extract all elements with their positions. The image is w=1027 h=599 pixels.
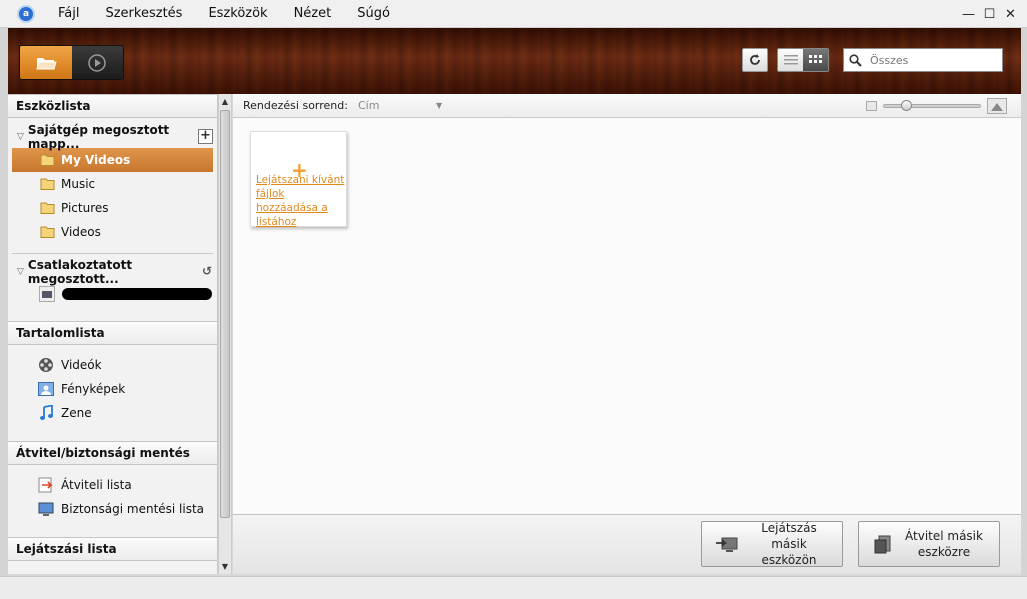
play-on-other-device-button[interactable]: Lejátszás másik eszközön bbox=[701, 521, 843, 567]
transfer-list-icon bbox=[37, 477, 55, 493]
my-pc-shared-group[interactable]: ▽ Sajátgép megosztott mapp... + bbox=[8, 123, 217, 151]
close-button[interactable]: ✕ bbox=[1000, 4, 1021, 24]
sidebar: Eszközlista ▽ Sajátgép megosztott mapp..… bbox=[8, 94, 218, 574]
folder-icon bbox=[40, 154, 55, 166]
folder-icon bbox=[40, 202, 55, 214]
play-mode-button[interactable] bbox=[71, 46, 123, 79]
add-files-card[interactable]: + Lejátszani kívánt fájlok hozzáadása a … bbox=[250, 131, 347, 229]
grid-view-button[interactable] bbox=[803, 49, 828, 71]
menu-help[interactable]: Súgó bbox=[346, 6, 401, 21]
list-view-icon bbox=[783, 55, 798, 65]
menu-view[interactable]: Nézet bbox=[283, 6, 343, 21]
menu-bar: a Fájl Szerkesztés Eszközök Nézet Súgó —… bbox=[0, 0, 1027, 28]
play-circle-icon bbox=[88, 53, 106, 72]
content-item-label: Fényképek bbox=[61, 382, 126, 396]
small-thumbnail-icon[interactable] bbox=[866, 101, 877, 111]
connected-shared-group[interactable]: ▽ Csatlakoztatott megosztott... ↺ bbox=[8, 258, 217, 286]
divider bbox=[12, 253, 213, 254]
photo-icon bbox=[37, 381, 55, 397]
sidebar-folder-pictures[interactable]: Pictures bbox=[8, 196, 217, 220]
backup-list-icon bbox=[37, 501, 55, 517]
sidebar-folder-videos[interactable]: Videos bbox=[8, 220, 217, 244]
maximize-button[interactable]: ☐ bbox=[979, 4, 1000, 24]
list-view-button[interactable] bbox=[778, 49, 803, 71]
folder-label: Music bbox=[61, 177, 96, 191]
play-to-device-icon bbox=[716, 537, 738, 552]
slider-handle[interactable] bbox=[901, 100, 913, 111]
refresh-button[interactable] bbox=[742, 48, 768, 72]
thumbnail-size-slider[interactable] bbox=[883, 100, 981, 111]
add-folder-button[interactable]: + bbox=[198, 129, 213, 144]
content-item-photos[interactable]: Fényképek bbox=[8, 377, 217, 401]
folder-icon bbox=[40, 226, 55, 238]
folder-label: Videos bbox=[61, 225, 101, 239]
connected-device-item[interactable] bbox=[8, 283, 217, 305]
sidebar-scrollbar[interactable]: ▲ ▼ bbox=[218, 94, 232, 574]
menu-tools[interactable]: Eszközök bbox=[197, 6, 278, 21]
content-item-label: Biztonsági mentési lista bbox=[61, 502, 205, 516]
my-pc-shared-label: Sajátgép megosztott mapp... bbox=[27, 123, 170, 151]
collapse-triangle-icon[interactable]: ▽ bbox=[17, 132, 24, 142]
menu-edit[interactable]: Szerkesztés bbox=[94, 6, 193, 21]
refresh-icon bbox=[750, 54, 760, 65]
large-thumbnail-icon[interactable] bbox=[987, 98, 1007, 114]
window-controls: — ☐ ✕ bbox=[958, 4, 1021, 24]
menu-file[interactable]: Fájl bbox=[47, 6, 90, 21]
search-box bbox=[843, 48, 1003, 72]
transfer-to-other-device-button[interactable]: Átvitel másik eszközre bbox=[858, 521, 1000, 567]
content-item-music[interactable]: Zene bbox=[8, 401, 217, 425]
transfer-to-other-device-label: Átvitel másik eszközre bbox=[905, 529, 983, 559]
toolbar-header bbox=[8, 28, 1021, 94]
content-area: Rendezési sorrend: Cím ▼ + Lejátszani kí… bbox=[233, 94, 1021, 574]
film-reel-icon bbox=[37, 357, 55, 373]
collapse-triangle-icon[interactable]: ▽ bbox=[17, 267, 24, 277]
scroll-thumb[interactable] bbox=[220, 110, 230, 518]
content-item-label: Zene bbox=[61, 406, 92, 420]
search-icon bbox=[849, 53, 862, 67]
sort-order-select[interactable]: Cím bbox=[358, 99, 436, 112]
play-on-other-device-label: Lejátszás másik eszközön bbox=[761, 521, 817, 567]
grid-view-icon bbox=[808, 55, 822, 63]
thumbnail-size-control bbox=[866, 98, 1007, 114]
window-frame-right bbox=[1021, 28, 1027, 576]
folder-open-icon bbox=[36, 57, 57, 69]
transfer-files-icon bbox=[874, 535, 891, 554]
window-frame-left bbox=[0, 28, 8, 576]
search-input[interactable] bbox=[870, 53, 990, 67]
folder-label: My Videos bbox=[61, 153, 131, 167]
minimize-button[interactable]: — bbox=[958, 4, 979, 24]
content-list-header[interactable]: Tartalomlista bbox=[8, 321, 217, 345]
sidebar-folder-music[interactable]: Music bbox=[8, 172, 217, 196]
content-item-label: Átviteli lista bbox=[61, 478, 132, 492]
content-item-transfer-list[interactable]: Átviteli lista bbox=[8, 473, 217, 497]
content-item-videos[interactable]: Videók bbox=[8, 353, 217, 377]
content-item-label: Videók bbox=[61, 358, 102, 372]
transfer-backup-header[interactable]: Átvitel/biztonsági mentés bbox=[8, 441, 217, 465]
sidebar-folder-my-videos[interactable]: My Videos bbox=[12, 148, 213, 172]
scroll-up-arrow-icon[interactable]: ▲ bbox=[219, 95, 231, 108]
connected-shared-label: Csatlakoztatott megosztott... bbox=[27, 258, 133, 286]
folder-icon bbox=[40, 178, 55, 190]
chevron-down-icon[interactable]: ▼ bbox=[436, 101, 442, 110]
add-files-link[interactable]: Lejátszani kívánt fájlok hozzáadása a li… bbox=[256, 173, 346, 229]
mode-switch bbox=[19, 45, 124, 80]
sort-bar: Rendezési sorrend: Cím ▼ bbox=[233, 94, 1021, 118]
scroll-down-arrow-icon[interactable]: ▼ bbox=[219, 560, 231, 573]
status-bar bbox=[0, 576, 1027, 599]
device-list-header[interactable]: Eszközlista bbox=[8, 94, 217, 118]
app-logo-icon[interactable]: a bbox=[17, 4, 35, 23]
content-item-backup-list[interactable]: Biztonsági mentési lista bbox=[8, 497, 217, 521]
music-note-icon bbox=[37, 405, 55, 421]
redacted-device-name bbox=[62, 288, 212, 300]
browse-mode-button[interactable] bbox=[20, 46, 72, 79]
folder-label: Pictures bbox=[61, 201, 109, 215]
refresh-devices-icon[interactable]: ↺ bbox=[202, 264, 212, 278]
view-toggle bbox=[777, 48, 829, 72]
sort-order-label: Rendezési sorrend: bbox=[243, 99, 348, 112]
computer-icon bbox=[39, 286, 55, 302]
action-bar: Lejátszás másik eszközön Átvitel másik e… bbox=[233, 514, 1021, 574]
playlist-header[interactable]: Lejátszási lista bbox=[8, 537, 217, 561]
